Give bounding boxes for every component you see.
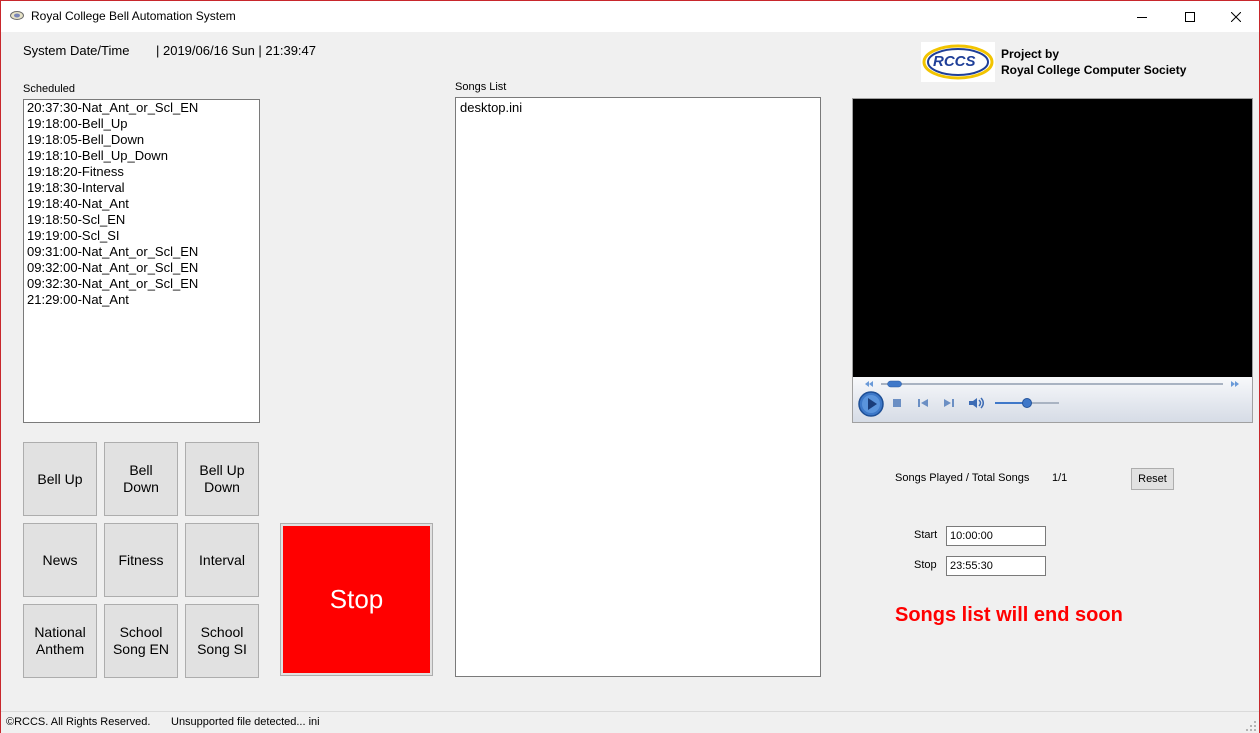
bell-up-button[interactable]: Bell Up bbox=[23, 442, 97, 516]
scheduled-label: Scheduled bbox=[23, 83, 75, 95]
status-message: Unsupported file detected... ini bbox=[171, 716, 320, 728]
start-label: Start bbox=[914, 529, 938, 541]
media-player[interactable] bbox=[852, 98, 1253, 423]
list-item[interactable]: 09:32:30-Nat_Ant_or_Scl_EN bbox=[24, 276, 259, 292]
player-controls bbox=[853, 377, 1252, 422]
warning-message: Songs list will end soon bbox=[895, 604, 1123, 626]
minimize-button[interactable] bbox=[1119, 1, 1165, 32]
reset-button[interactable]: Reset bbox=[1131, 468, 1174, 490]
volume-icon[interactable] bbox=[968, 397, 986, 409]
list-item[interactable]: 19:18:40-Nat_Ant bbox=[24, 196, 259, 212]
scheduled-list[interactable]: 20:37:30-Nat_Ant_or_Scl_EN 19:18:00-Bell… bbox=[23, 99, 260, 423]
play-icon[interactable] bbox=[858, 391, 884, 417]
list-item[interactable]: desktop.ini bbox=[456, 100, 820, 116]
datetime-value: | 2019/06/16 Sun | 21:39:47 bbox=[156, 43, 316, 58]
close-icon bbox=[1231, 11, 1241, 22]
bell-up-down-button[interactable]: Bell Up Down bbox=[185, 442, 259, 516]
news-button[interactable]: News bbox=[23, 523, 97, 597]
list-item[interactable]: 19:18:00-Bell_Up bbox=[24, 116, 259, 132]
society-label: Royal College Computer Society bbox=[1001, 63, 1187, 77]
list-item[interactable]: 19:19:00-Scl_SI bbox=[24, 228, 259, 244]
datetime-label: System Date/Time bbox=[23, 43, 130, 58]
app-window: Royal College Bell Automation System Sys… bbox=[0, 0, 1260, 733]
app-icon bbox=[10, 11, 24, 20]
project-by-label: Project by bbox=[1001, 47, 1060, 61]
bell-down-button[interactable]: Bell Down bbox=[104, 442, 178, 516]
status-bar: ©RCCS. All Rights Reserved. Unsupported … bbox=[1, 711, 1259, 733]
logo-text: RCCS bbox=[933, 53, 976, 70]
list-item[interactable]: 19:18:20-Fitness bbox=[24, 164, 259, 180]
maximize-icon bbox=[1185, 11, 1195, 22]
fitness-button[interactable]: Fitness bbox=[104, 523, 178, 597]
stop-icon[interactable] bbox=[892, 398, 902, 408]
stop-button[interactable]: Stop bbox=[283, 526, 430, 673]
seek-bar[interactable] bbox=[865, 380, 1241, 388]
list-item[interactable]: 19:18:10-Bell_Up_Down bbox=[24, 148, 259, 164]
copyright-text: ©RCCS. All Rights Reserved. bbox=[6, 716, 151, 728]
songs-list-label: Songs List bbox=[455, 81, 507, 93]
previous-icon[interactable] bbox=[917, 398, 929, 408]
list-item[interactable]: 21:29:00-Nat_Ant bbox=[24, 292, 259, 308]
volume-thumb[interactable] bbox=[1022, 398, 1032, 408]
songs-played-value: 1/1 bbox=[1052, 472, 1068, 484]
minimize-icon bbox=[1137, 16, 1147, 18]
songs-list[interactable]: desktop.ini bbox=[455, 97, 821, 677]
list-item[interactable]: 19:18:05-Bell_Down bbox=[24, 132, 259, 148]
stop-label: Stop bbox=[914, 559, 937, 571]
national-anthem-button[interactable]: National Anthem bbox=[23, 604, 97, 678]
songs-played-label: Songs Played / Total Songs bbox=[895, 472, 1030, 484]
start-time-field[interactable]: 10:00:00 bbox=[946, 526, 1046, 546]
title-bar: Royal College Bell Automation System bbox=[1, 1, 1259, 32]
window-title: Royal College Bell Automation System bbox=[31, 9, 236, 23]
resize-grip-icon[interactable] bbox=[1245, 720, 1257, 732]
seek-thumb[interactable] bbox=[887, 380, 902, 388]
next-icon[interactable] bbox=[943, 398, 955, 408]
list-item[interactable]: 09:31:00-Nat_Ant_or_Scl_EN bbox=[24, 244, 259, 260]
school-song-en-button[interactable]: School Song EN bbox=[104, 604, 178, 678]
list-item[interactable]: 19:18:50-Scl_EN bbox=[24, 212, 259, 228]
list-item[interactable]: 09:32:00-Nat_Ant_or_Scl_EN bbox=[24, 260, 259, 276]
rccs-logo: RCCS bbox=[921, 42, 995, 82]
list-item[interactable]: 19:18:30-Interval bbox=[24, 180, 259, 196]
close-button[interactable] bbox=[1213, 1, 1259, 32]
list-item[interactable]: 20:37:30-Nat_Ant_or_Scl_EN bbox=[24, 100, 259, 116]
stop-button-frame: Stop bbox=[280, 523, 433, 676]
interval-button[interactable]: Interval bbox=[185, 523, 259, 597]
maximize-button[interactable] bbox=[1167, 1, 1213, 32]
volume-slider[interactable] bbox=[993, 397, 1063, 409]
school-song-si-button[interactable]: School Song SI bbox=[185, 604, 259, 678]
stop-time-field[interactable]: 23:55:30 bbox=[946, 556, 1046, 576]
